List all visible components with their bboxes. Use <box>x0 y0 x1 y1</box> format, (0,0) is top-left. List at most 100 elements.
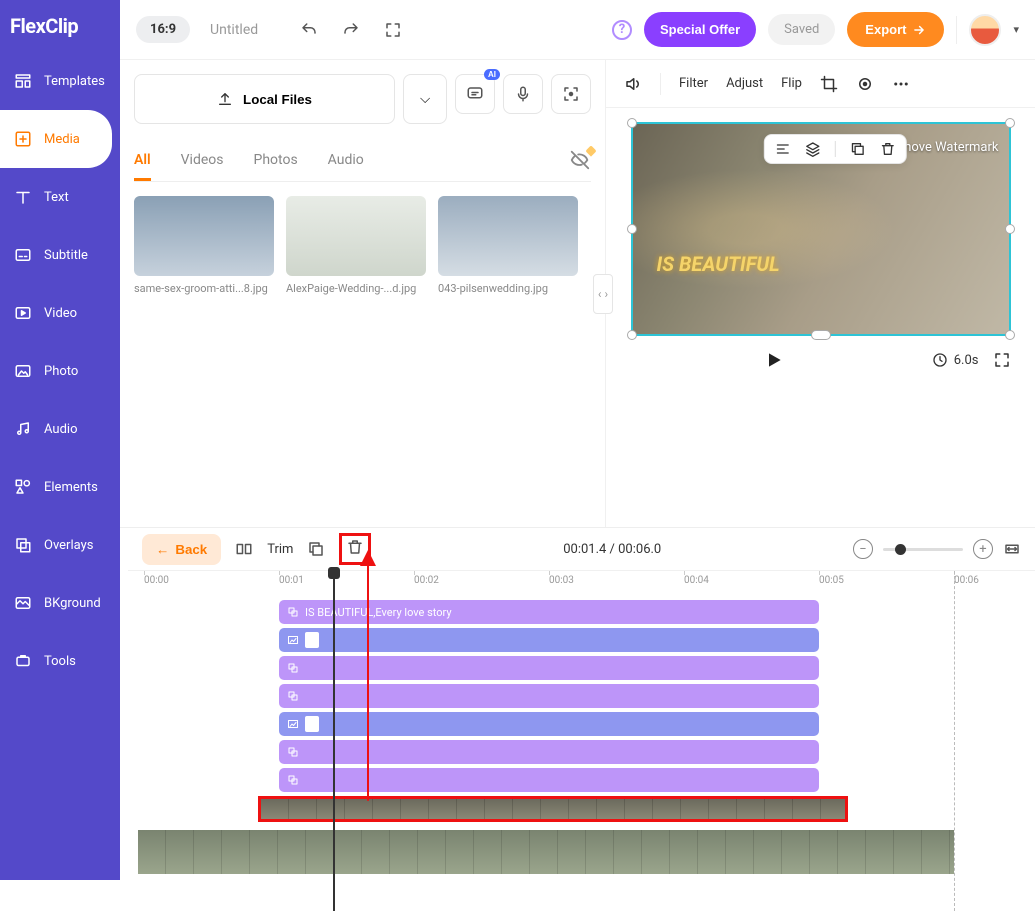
resize-handle[interactable] <box>1005 118 1015 128</box>
ruler-tick: 00:00 <box>144 575 169 586</box>
panel-resize-handle[interactable]: ‹ › <box>593 274 613 314</box>
split-icon[interactable] <box>235 540 253 558</box>
tab-videos[interactable]: Videos <box>181 142 224 181</box>
resize-handle[interactable] <box>1005 224 1015 234</box>
upload-dropdown-button[interactable]: ⌵ <box>403 74 447 124</box>
redo-icon <box>342 21 360 39</box>
layer-clip[interactable] <box>279 768 819 792</box>
duration-label[interactable]: 6.0s <box>932 352 979 368</box>
thumb-caption: AlexPaige-Wedding-...d.jpg <box>286 282 426 295</box>
undo-button[interactable] <box>294 15 324 45</box>
hide-unused-button[interactable] <box>569 149 591 175</box>
media-thumb[interactable]: 043-pilsenwedding.jpg <box>438 196 578 295</box>
sidebar-item-background[interactable]: BKground <box>0 574 120 632</box>
delete-button[interactable] <box>346 538 364 556</box>
volume-icon[interactable] <box>624 75 642 93</box>
resize-handle[interactable] <box>627 330 637 340</box>
arrow-left-icon: ← <box>156 542 169 557</box>
aspect-ratio-chip[interactable]: 16:9 <box>136 16 190 43</box>
clock-icon <box>932 352 948 368</box>
sidebar-item-label: Text <box>44 190 69 205</box>
fullscreen-preview-button[interactable] <box>993 351 1011 369</box>
main-video-clip[interactable] <box>138 830 954 874</box>
play-button[interactable] <box>764 350 784 370</box>
sidebar-item-tools[interactable]: Tools <box>0 632 120 690</box>
preview-canvas[interactable]: Remove Watermark IS BEAUTIFUL <box>631 122 1011 336</box>
arrow-right-icon <box>912 23 926 37</box>
flip-button[interactable]: Flip <box>781 76 802 91</box>
text-icon <box>14 188 32 206</box>
blur-icon[interactable] <box>856 75 874 93</box>
playhead[interactable] <box>333 571 335 911</box>
export-button[interactable]: Export <box>847 12 944 47</box>
image-clip[interactable] <box>279 628 819 652</box>
sidebar-item-media[interactable]: Media <box>0 110 112 168</box>
zoom-fit-button[interactable] <box>1003 540 1021 558</box>
audio-icon <box>14 420 32 438</box>
media-thumb[interactable]: same-sex-groom-atti...8.jpg <box>134 196 274 295</box>
filter-button[interactable]: Filter <box>679 76 708 91</box>
tab-photos[interactable]: Photos <box>253 142 297 181</box>
sidebar-item-label: Audio <box>44 422 77 437</box>
canvas-text-overlay[interactable]: IS BEAUTIFUL <box>657 252 780 276</box>
fullscreen-button[interactable] <box>378 15 408 45</box>
clip-label: IS BEAUTIFUL,Every love story <box>305 606 452 619</box>
video-clip-selected[interactable] <box>258 796 848 822</box>
sidebar-item-subtitle[interactable]: Subtitle <box>0 226 120 284</box>
special-offer-button[interactable]: Special Offer <box>644 12 756 47</box>
sidebar-item-text[interactable]: Text <box>0 168 120 226</box>
layers-icon <box>287 606 299 618</box>
sidebar-item-audio[interactable]: Audio <box>0 400 120 458</box>
zoom-out-button[interactable]: − <box>853 539 873 559</box>
ruler-tick: 00:03 <box>549 575 574 586</box>
media-thumb[interactable]: AlexPaige-Wedding-...d.jpg <box>286 196 426 295</box>
delete-button-highlight <box>339 533 371 565</box>
avatar[interactable] <box>969 14 1001 46</box>
overlays-icon <box>14 536 32 554</box>
trim-button[interactable]: Trim <box>267 542 293 557</box>
image-clip[interactable] <box>279 712 819 736</box>
layer-clip[interactable] <box>279 740 819 764</box>
tab-all[interactable]: All <box>134 142 151 181</box>
local-files-label: Local Files <box>243 92 312 107</box>
sidebar-item-elements[interactable]: Elements <box>0 458 120 516</box>
resize-handle[interactable] <box>627 224 637 234</box>
local-files-button[interactable]: Local Files <box>134 74 395 124</box>
copy-icon[interactable] <box>849 141 865 157</box>
sidebar-item-label: Templates <box>44 74 105 89</box>
layer-clip[interactable] <box>279 684 819 708</box>
topbar: 16:9 Untitled ? Special Offer Saved Expo… <box>120 0 1035 60</box>
ai-script-button[interactable]: AI <box>455 74 495 114</box>
duplicate-icon[interactable] <box>307 540 325 558</box>
layer-clip[interactable] <box>279 656 819 680</box>
record-screen-button[interactable] <box>551 74 591 114</box>
text-clip[interactable]: IS BEAUTIFUL,Every love story <box>279 600 819 624</box>
project-title[interactable]: Untitled <box>210 22 258 38</box>
layers-icon[interactable] <box>804 141 820 157</box>
resize-handle[interactable] <box>811 330 831 340</box>
sidebar-item-overlays[interactable]: Overlays <box>0 516 120 574</box>
more-icon[interactable] <box>892 75 910 93</box>
delete-icon[interactable] <box>879 141 895 157</box>
crop-icon[interactable] <box>820 75 838 93</box>
record-audio-button[interactable] <box>503 74 543 114</box>
resize-handle[interactable] <box>1005 330 1015 340</box>
zoom-slider[interactable] <box>883 548 963 551</box>
chevron-down-icon: ⌵ <box>420 91 430 107</box>
tab-audio[interactable]: Audio <box>328 142 364 181</box>
resize-handle[interactable] <box>627 118 637 128</box>
chevron-down-icon[interactable]: ▾ <box>1013 23 1019 36</box>
timeline-ruler[interactable]: 00:00 00:01 00:02 00:03 00:04 00:05 00:0… <box>128 570 1035 592</box>
adjust-button[interactable]: Adjust <box>726 76 763 91</box>
timeline-tracks[interactable]: IS BEAUTIFUL,Every love story <box>128 592 1035 880</box>
layers-icon <box>287 746 299 758</box>
redo-button[interactable] <box>336 15 366 45</box>
help-button[interactable]: ? <box>612 20 632 40</box>
back-button[interactable]: ←Back <box>142 534 221 565</box>
zoom-in-button[interactable]: + <box>973 539 993 559</box>
sidebar-item-templates[interactable]: Templates <box>0 52 120 110</box>
ruler-tick: 00:05 <box>819 575 844 586</box>
sidebar-item-photo[interactable]: Photo <box>0 342 120 400</box>
sidebar-item-video[interactable]: Video <box>0 284 120 342</box>
align-icon[interactable] <box>774 141 790 157</box>
